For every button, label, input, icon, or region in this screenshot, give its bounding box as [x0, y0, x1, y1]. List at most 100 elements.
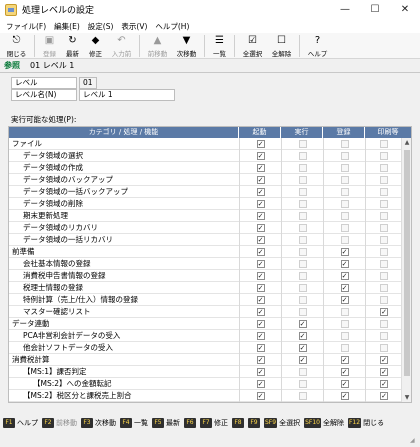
permission-checkbox[interactable]: ✓ — [256, 188, 265, 196]
permission-checkbox[interactable]: ✓ — [380, 392, 388, 400]
permission-checkbox[interactable]: ✓ — [256, 344, 265, 352]
function-key[interactable]: SF10 全解除 — [304, 418, 344, 428]
table-row[interactable]: PCA非営利会計データの受入 ✓ ✓ — [9, 330, 402, 342]
permission-checkbox[interactable]: ✓ — [340, 368, 349, 376]
permission-checkbox[interactable]: ✓ — [256, 236, 265, 244]
column-header-launch[interactable]: 起動 — [239, 127, 281, 138]
permission-checkbox[interactable]: ✓ — [256, 164, 265, 172]
permission-checkbox[interactable]: ✓ — [256, 224, 265, 232]
permission-checkbox[interactable]: ✓ — [340, 380, 349, 388]
table-row[interactable]: データ領域の選択 ✓ — [9, 150, 402, 162]
permission-checkbox[interactable]: ✓ — [298, 344, 307, 352]
permission-checkbox[interactable]: ✓ — [380, 368, 388, 376]
function-key[interactable]: F1 ヘルプ — [3, 418, 38, 428]
toolbar-button[interactable]: ◆ 修正 — [84, 33, 107, 59]
permission-checkbox[interactable]: ✓ — [256, 176, 265, 184]
table-row[interactable]: データ領域の削除 ✓ — [9, 198, 402, 210]
function-key[interactable]: SF9 全選択 — [264, 418, 300, 428]
table-row[interactable]: マスター確認リスト ✓ ✓ — [9, 306, 402, 318]
permission-checkbox[interactable]: ✓ — [340, 248, 349, 256]
column-header-execute[interactable]: 実行 — [281, 127, 323, 138]
table-row[interactable]: 消費税計算 ✓ ✓ ✓ ✓ — [9, 354, 402, 366]
function-key[interactable]: F12 閉じる — [347, 418, 384, 428]
menu-help[interactable]: ヘルプ(H) — [155, 21, 189, 32]
table-row[interactable]: ファイル ✓ — [9, 138, 402, 150]
permission-checkbox[interactable]: ✓ — [340, 284, 349, 292]
close-window-button[interactable]: ✕ — [390, 0, 420, 19]
permission-checkbox[interactable]: ✓ — [340, 272, 349, 280]
toolbar-button[interactable]: ☑ 全選択 — [238, 33, 267, 59]
permission-checkbox[interactable]: ✓ — [256, 380, 265, 388]
table-row[interactable]: データ連動 ✓ ✓ — [9, 318, 402, 330]
table-row[interactable]: 【MS:2】への金額転記 ✓ ✓ ✓ — [9, 378, 402, 390]
vertical-scrollbar[interactable]: ▲ ▼ — [401, 138, 411, 402]
table-row[interactable]: 会社基本情報の登録 ✓ ✓ — [9, 258, 402, 270]
table-row[interactable]: 期末更新処理 ✓ — [9, 210, 402, 222]
table-row[interactable]: 消費税申告書情報の登録 ✓ ✓ — [9, 270, 402, 282]
permission-checkbox[interactable]: ✓ — [256, 260, 265, 268]
maximize-button[interactable]: ☐ — [360, 0, 390, 19]
column-header-print[interactable]: 印刷等 — [365, 127, 411, 138]
toolbar-button[interactable]: ? ヘルプ — [303, 33, 332, 59]
scroll-down-icon[interactable]: ▼ — [402, 393, 411, 402]
permission-checkbox[interactable]: ✓ — [340, 296, 349, 304]
menu-settings[interactable]: 設定(S) — [88, 21, 114, 32]
permission-checkbox[interactable]: ✓ — [256, 332, 265, 340]
table-row[interactable]: 他会計ソフトデータの受入 ✓ ✓ — [9, 342, 402, 354]
table-row[interactable]: データ領域のリカバリ ✓ — [9, 222, 402, 234]
function-key[interactable]: F4 一覧 — [120, 418, 148, 428]
permission-checkbox[interactable]: ✓ — [256, 308, 265, 316]
permission-checkbox[interactable]: ✓ — [256, 272, 265, 280]
permission-checkbox[interactable]: ✓ — [256, 152, 265, 160]
permission-checkbox — [298, 152, 307, 160]
permission-checkbox[interactable]: ✓ — [256, 392, 265, 400]
menu-edit[interactable]: 編集(E) — [54, 21, 80, 32]
permission-checkbox[interactable]: ✓ — [256, 368, 265, 376]
table-row[interactable]: 前準備 ✓ ✓ — [9, 246, 402, 258]
permission-checkbox[interactable]: ✓ — [298, 356, 307, 364]
permission-checkbox[interactable]: ✓ — [340, 260, 349, 268]
minimize-button[interactable]: — — [330, 0, 360, 19]
table-row[interactable]: 特例計算（売上/仕入）情報の登録 ✓ ✓ — [9, 294, 402, 306]
table-row[interactable]: データ領域の作成 ✓ — [9, 162, 402, 174]
permission-checkbox[interactable]: ✓ — [380, 308, 388, 316]
table-row[interactable]: データ領域の一括リカバリ ✓ — [9, 234, 402, 246]
table-row[interactable]: データ領域の一括バックアップ ✓ — [9, 186, 402, 198]
permission-checkbox — [380, 212, 388, 220]
toolbar-button[interactable]: ▼ 次移動 — [172, 33, 201, 59]
toolbar-button[interactable]: ☰ 一覧 — [208, 33, 231, 59]
permission-checkbox[interactable]: ✓ — [340, 392, 349, 400]
function-key[interactable]: F7 修正 — [200, 418, 228, 428]
toolbar-button[interactable]: ▲ 前移動 — [143, 33, 172, 59]
toolbar-button[interactable]: ⎋ 閉じる — [2, 33, 31, 59]
toolbar-button[interactable]: ☐ 全解除 — [267, 33, 296, 59]
toolbar-button[interactable]: ↻ 最新 — [61, 33, 84, 59]
permission-checkbox[interactable]: ✓ — [380, 380, 388, 388]
permission-checkbox[interactable]: ✓ — [256, 320, 265, 328]
function-key[interactable]: F5 最新 — [152, 418, 180, 428]
toolbar-button[interactable]: ▣ 登録 — [38, 33, 61, 59]
menu-file[interactable]: ファイル(F) — [6, 21, 46, 32]
permission-checkbox[interactable]: ✓ — [256, 356, 265, 364]
permission-checkbox[interactable]: ✓ — [340, 356, 349, 364]
permission-checkbox[interactable]: ✓ — [256, 284, 265, 292]
table-row[interactable]: データ領域のバックアップ ✓ — [9, 174, 402, 186]
permission-checkbox[interactable]: ✓ — [256, 248, 265, 256]
table-row[interactable]: 【MS:1】課否判定 ✓ ✓ ✓ — [9, 366, 402, 378]
permission-checkbox[interactable]: ✓ — [256, 200, 265, 208]
function-key[interactable]: F3 次移動 — [81, 418, 116, 428]
table-row[interactable]: 税理士情報の登録 ✓ ✓ — [9, 282, 402, 294]
table-row[interactable]: 【MS:2】税区分と課税売上割合 ✓ ✓ ✓ — [9, 390, 402, 402]
permission-checkbox[interactable]: ✓ — [298, 332, 307, 340]
level-name-input[interactable]: レベル 1 — [79, 89, 175, 101]
permission-checkbox[interactable]: ✓ — [256, 296, 265, 304]
menu-view[interactable]: 表示(V) — [121, 21, 147, 32]
permission-checkbox[interactable]: ✓ — [256, 212, 265, 220]
permission-checkbox[interactable]: ✓ — [256, 140, 265, 148]
permission-checkbox[interactable]: ✓ — [380, 356, 388, 364]
toolbar-button[interactable]: ↶ 入力前 — [107, 33, 136, 59]
scroll-thumb[interactable] — [404, 150, 410, 376]
permission-checkbox[interactable]: ✓ — [298, 320, 307, 328]
column-header-register[interactable]: 登録 — [323, 127, 365, 138]
scroll-up-icon[interactable]: ▲ — [402, 138, 411, 148]
